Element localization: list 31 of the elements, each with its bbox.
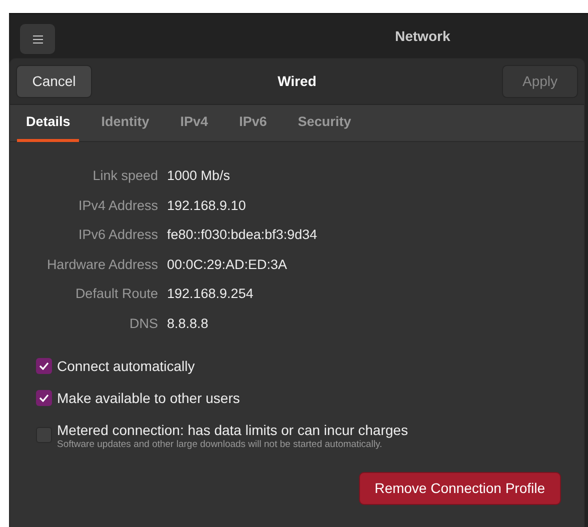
tab[interactable]: Details	[17, 105, 80, 142]
tab[interactable]: IPv6	[230, 105, 276, 142]
field-value: 192.168.9.10	[167, 198, 246, 212]
field-value: 8.8.8.8	[167, 316, 208, 330]
dialog-title: Wired	[278, 72, 316, 91]
field-label: IPv6 Address	[77, 226, 158, 244]
menu-icon	[32, 34, 42, 44]
field-label: Default Route	[74, 285, 158, 303]
checkbox-label: Metered connection: has data limits or can incur charges	[57, 421, 408, 439]
cancel-button[interactable]: Cancel	[16, 65, 92, 98]
hint-text: Software updates and other large downloads will not be started automatically.	[57, 439, 384, 450]
field-label: IPv4 Address	[77, 196, 158, 214]
field-label: Link speed	[92, 167, 158, 185]
field-label: Hardware Address	[46, 256, 158, 274]
window-title: Network	[395, 26, 450, 46]
field-value: fe80::f030:bdea:bf3:9d34	[167, 227, 318, 242]
tab[interactable]: IPv4	[171, 105, 218, 142]
checkbox[interactable]	[36, 390, 52, 406]
checkbox[interactable]	[36, 358, 52, 374]
field-value: 1000 Mb/s	[167, 168, 230, 183]
checkmark-icon	[39, 394, 49, 402]
checkmark-icon	[39, 362, 49, 370]
remove-profile-button[interactable]: Remove Connection Profile	[358, 472, 561, 505]
menu-button[interactable]	[20, 24, 55, 54]
checkbox-label: Connect automatically	[57, 357, 195, 375]
field-value: 192.168.9.254	[167, 286, 254, 301]
field-label: DNS	[128, 314, 158, 332]
checkbox-label: Make available to other users	[57, 389, 240, 407]
tab[interactable]: Identity	[92, 105, 158, 142]
tab[interactable]: Security	[288, 105, 360, 142]
field-value: 00:0C:29:AD:ED:3A	[167, 256, 288, 272]
